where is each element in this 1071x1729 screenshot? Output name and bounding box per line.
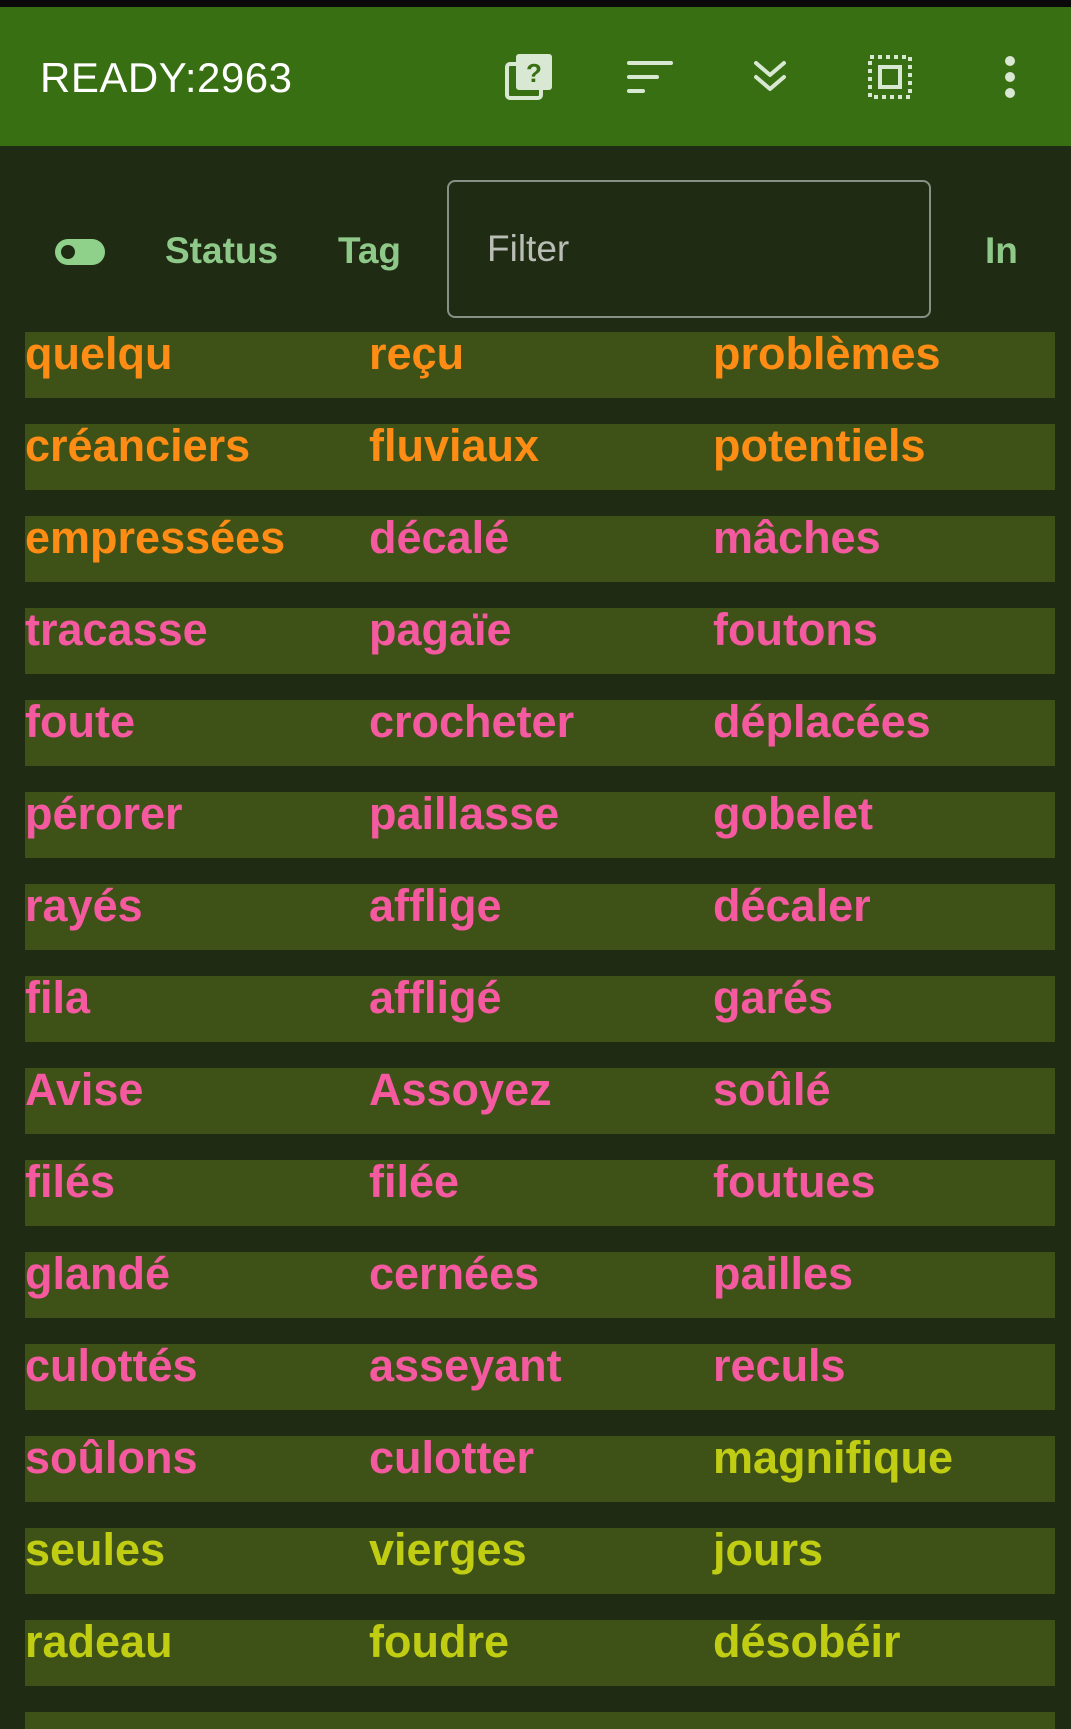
status-toggle[interactable]: [55, 239, 105, 265]
word-cell[interactable]: crocheter: [369, 699, 574, 766]
word-cell[interactable]: pailles: [713, 1251, 853, 1318]
word-cell[interactable]: pagaïe: [369, 607, 512, 674]
select-all-icon[interactable]: [860, 47, 920, 107]
word-cell[interactable]: filés: [25, 1159, 115, 1226]
word-row[interactable]: pérorer paillasse gobelet: [25, 791, 1055, 858]
sort-icon[interactable]: [620, 47, 680, 107]
word-row[interactable]: Avise Assoyez soûlé: [25, 1067, 1055, 1134]
word-cell[interactable]: gobelet: [713, 791, 873, 858]
app-title: READY:2963: [40, 54, 293, 101]
word-cell[interactable]: potentiels: [713, 423, 926, 490]
status-button[interactable]: Status: [165, 230, 278, 272]
app-bar: READY:2963 ?: [0, 7, 1071, 146]
word-cell[interactable]: pérorer: [25, 791, 183, 858]
word-list[interactable]: quelqu reçu problèmes créanciers fluviaux pot…: [25, 332, 1055, 1729]
word-row[interactable]: tracasse pagaïe foutons: [25, 607, 1055, 674]
word-row[interactable]: culottés asseyant reculs: [25, 1343, 1055, 1410]
word-row[interactable]: soûlons culotter magnifique: [25, 1435, 1055, 1502]
word-row[interactable]: fila affligé garés: [25, 975, 1055, 1042]
word-row[interactable]: seules vierges jours: [25, 1527, 1055, 1594]
word-cell[interactable]: afflige: [369, 883, 502, 950]
word-cell[interactable]: garés: [713, 975, 833, 1042]
word-cell[interactable]: rayés: [25, 883, 143, 950]
svg-text:?: ?: [526, 58, 542, 88]
tag-button[interactable]: Tag: [338, 230, 401, 272]
word-row[interactable]: foute crocheter déplacées: [25, 699, 1055, 766]
word-cell[interactable]: décalé: [369, 515, 509, 582]
word-cell[interactable]: reçu: [369, 332, 464, 398]
word-cell[interactable]: radeau: [25, 1619, 173, 1686]
word-cell[interactable]: magnifique: [713, 1435, 953, 1502]
word-cell[interactable]: Avise: [25, 1067, 143, 1134]
toggle-knob: [61, 245, 75, 259]
status-bar-edge: [0, 0, 1071, 7]
word-cell[interactable]: foute: [25, 699, 135, 766]
word-cell[interactable]: jours: [713, 1527, 823, 1594]
word-cell[interactable]: déplacées: [713, 699, 931, 766]
word-cell[interactable]: foutues: [713, 1159, 876, 1226]
word-cell[interactable]: affligé: [369, 975, 502, 1042]
word-cell[interactable]: décaler: [713, 883, 871, 950]
word-cell[interactable]: asseyant: [369, 1343, 562, 1410]
word-cell[interactable]: désobéir: [713, 1619, 901, 1686]
word-cell[interactable]: problèmes: [713, 332, 941, 398]
word-cell[interactable]: empressées: [25, 515, 285, 582]
word-cell[interactable]: seules: [25, 1527, 165, 1594]
word-cell[interactable]: filée: [369, 1159, 459, 1226]
word-cell[interactable]: cernées: [369, 1251, 539, 1318]
filter-controls: Status Tag In: [0, 146, 1071, 326]
word-row[interactable]: rayés afflige décaler: [25, 883, 1055, 950]
word-cell[interactable]: culottés: [25, 1343, 198, 1410]
filter-input[interactable]: [487, 182, 907, 316]
word-row[interactable]: créanciers fluviaux potentiels: [25, 423, 1055, 490]
word-cell[interactable]: Assoyez: [369, 1067, 552, 1134]
word-cell[interactable]: quelqu: [25, 332, 172, 398]
help-cards-icon[interactable]: ?: [500, 47, 560, 107]
word-cell[interactable]: fluviaux: [369, 423, 539, 490]
word-cell[interactable]: paillasse: [369, 791, 559, 858]
word-row[interactable]: quelqu reçu problèmes: [25, 332, 1055, 398]
word-cell[interactable]: tracasse: [25, 607, 208, 674]
word-cell[interactable]: soûlé: [713, 1067, 831, 1134]
word-cell[interactable]: foudre: [369, 1619, 509, 1686]
in-button[interactable]: In: [985, 230, 1018, 272]
word-row[interactable]: filés filée foutues: [25, 1159, 1055, 1226]
word-row[interactable]: radeau foudre désobéir: [25, 1619, 1055, 1686]
filter-field[interactable]: [447, 180, 931, 318]
word-cell[interactable]: foutons: [713, 607, 878, 674]
expand-all-icon[interactable]: [740, 47, 800, 107]
more-vert-icon[interactable]: [980, 47, 1040, 107]
word-cell[interactable]: créanciers: [25, 423, 250, 490]
word-cell[interactable]: soûlons: [25, 1435, 198, 1502]
word-cell[interactable]: mâches: [713, 515, 881, 582]
word-row[interactable]: empressées décalé mâches: [25, 515, 1055, 582]
word-cell[interactable]: glandé: [25, 1251, 170, 1318]
word-cell[interactable]: fila: [25, 975, 90, 1042]
word-row-partial[interactable]: [25, 1712, 1055, 1729]
word-cell[interactable]: vierges: [369, 1527, 527, 1594]
word-cell[interactable]: reculs: [713, 1343, 846, 1410]
word-cell[interactable]: culotter: [369, 1435, 534, 1502]
word-row[interactable]: glandé cernées pailles: [25, 1251, 1055, 1318]
